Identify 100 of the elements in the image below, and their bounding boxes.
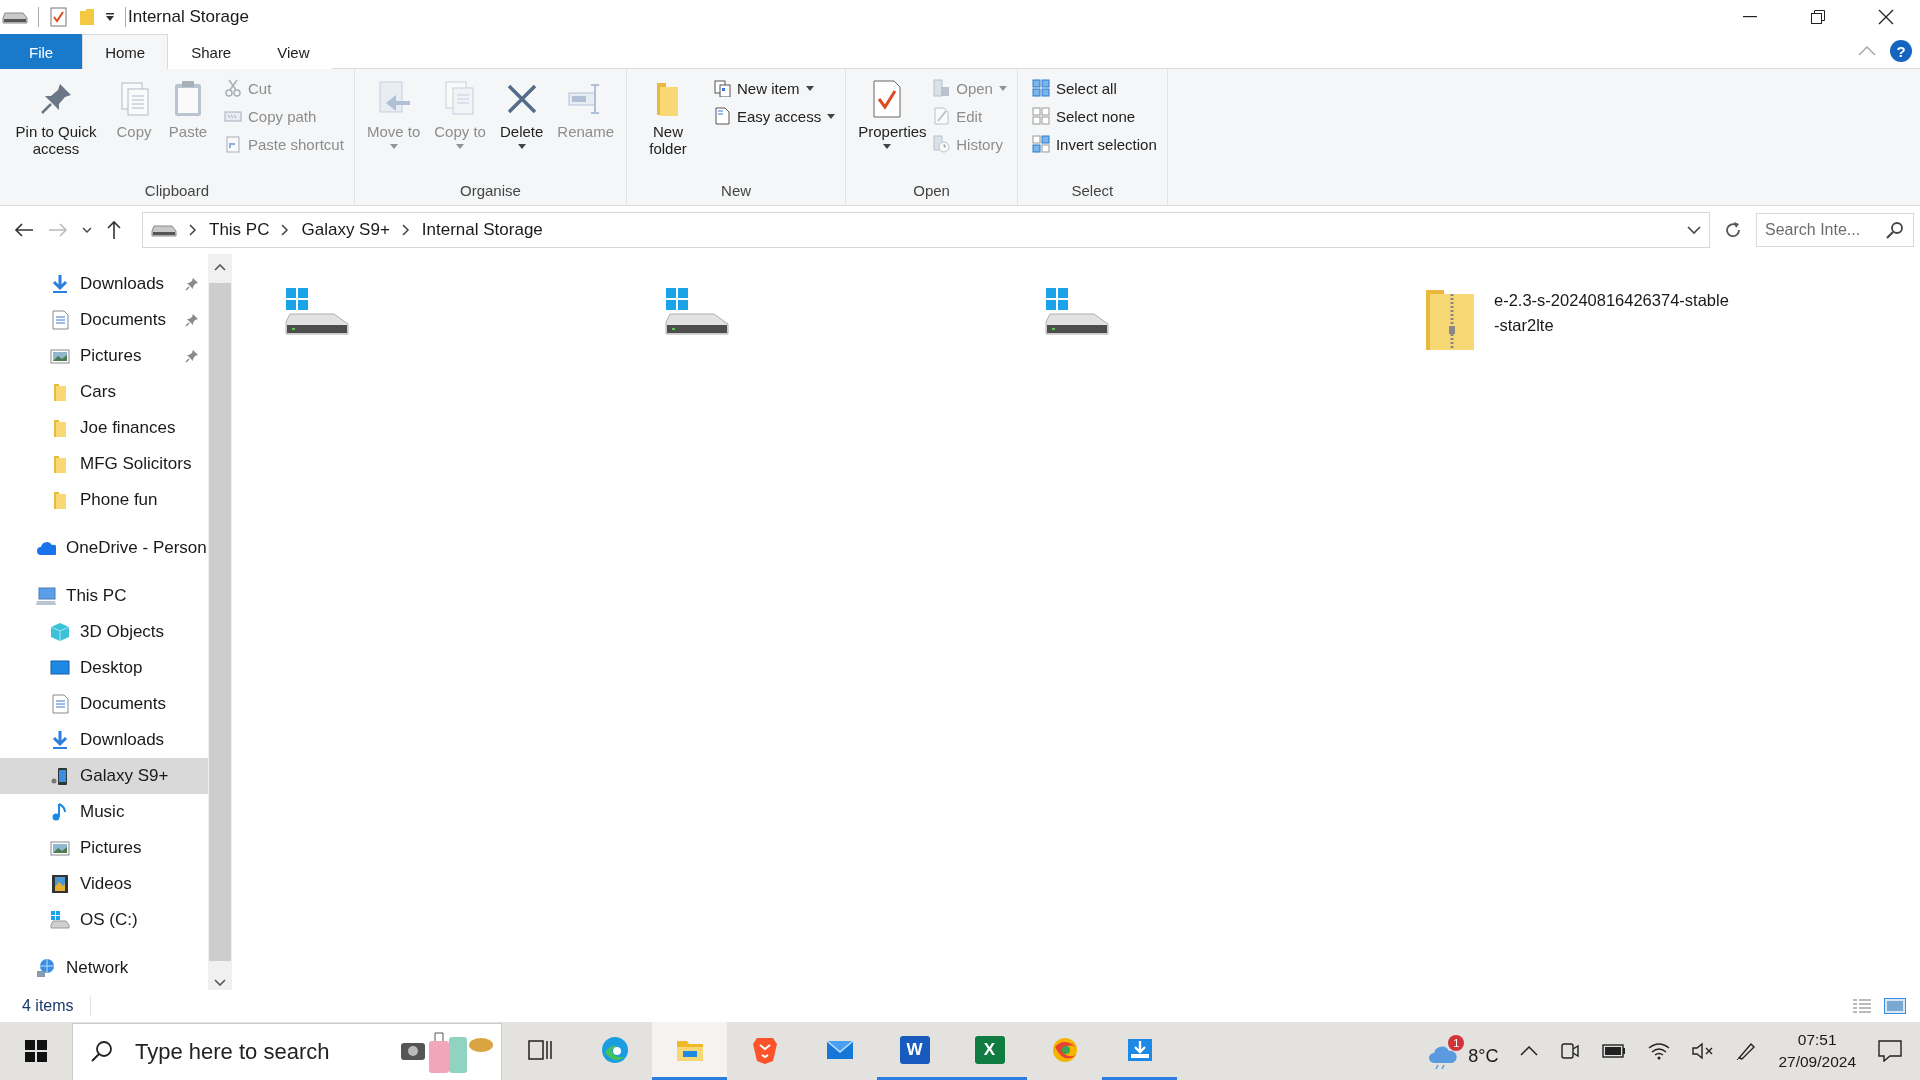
scrollbar[interactable] xyxy=(208,254,232,990)
chevron-icon xyxy=(401,224,410,236)
computer-icon xyxy=(36,586,56,606)
window-title: Internal Storage xyxy=(128,7,249,27)
clock[interactable]: 07:51 27/09/2024 xyxy=(1778,1029,1856,1073)
nav-item[interactable]: Network xyxy=(0,950,208,986)
recent-locations-button[interactable] xyxy=(82,227,92,233)
picture-icon xyxy=(50,838,70,858)
back-button[interactable] xyxy=(14,222,34,238)
breadcrumb[interactable]: Galaxy S9+ xyxy=(301,220,390,240)
collapse-ribbon-icon xyxy=(1858,46,1876,56)
taskbar-search-field[interactable]: Type here to search xyxy=(72,1023,502,1080)
nav-item[interactable]: Downloads xyxy=(0,722,208,758)
help-button[interactable]: ? xyxy=(1890,40,1912,62)
taskbar-app[interactable]: X xyxy=(952,1022,1027,1080)
nav-item[interactable]: Music xyxy=(0,794,208,830)
nav-item[interactable]: Galaxy S9+ xyxy=(0,758,208,794)
battery-icon xyxy=(1602,1044,1627,1058)
nav-item[interactable]: Phone fun xyxy=(0,482,208,518)
item-count: 4 items xyxy=(22,997,74,1015)
download-arrow-icon xyxy=(50,274,70,294)
group-label: Open xyxy=(912,182,951,201)
refresh-button[interactable] xyxy=(1724,221,1742,239)
cube-icon xyxy=(50,622,70,642)
nav-item[interactable]: Documents xyxy=(0,302,208,338)
shortcut-icon xyxy=(224,135,242,153)
breadcrumb[interactable]: This PC xyxy=(209,220,270,240)
ribbon-tab[interactable]: Home xyxy=(82,34,169,69)
temperature: 8°C xyxy=(1468,1045,1499,1067)
nav-item[interactable]: Cars xyxy=(0,374,208,410)
pin-icon xyxy=(185,313,199,327)
camera-icon xyxy=(1560,1041,1581,1061)
film-icon xyxy=(50,874,70,894)
network-globe-icon xyxy=(36,958,56,978)
nav-item[interactable]: 3D Objects xyxy=(0,614,208,650)
ribbon-button[interactable]: Select all xyxy=(1027,77,1161,99)
address-bar[interactable]: This PC Galaxy S9+ Internal Storage xyxy=(142,212,1710,248)
nav-item[interactable]: MFG Solicitors xyxy=(0,446,208,482)
caret-icon xyxy=(805,85,814,91)
nav-item[interactable]: Pictures xyxy=(0,338,208,374)
writer-app-icon: W xyxy=(899,1035,930,1064)
caret-icon xyxy=(827,113,836,119)
nav-item[interactable]: Desktop xyxy=(0,650,208,686)
chevron-up-icon xyxy=(1520,1046,1539,1056)
drive-icon xyxy=(151,223,177,237)
phone-icon xyxy=(50,766,70,786)
scroll-up-icon xyxy=(214,264,226,271)
large-icons-view-icon xyxy=(1884,998,1906,1014)
drive-icon xyxy=(50,910,70,930)
nav-item[interactable]: OneDrive - Person xyxy=(0,530,208,566)
search-icon xyxy=(1886,221,1904,239)
caret-icon xyxy=(883,144,892,150)
taskbar-app[interactable]: W xyxy=(877,1022,952,1080)
history-icon xyxy=(932,135,951,153)
desktop-icon xyxy=(50,658,70,678)
ribbon-button[interactable]: Invert selection xyxy=(1027,133,1161,155)
chevron-icon xyxy=(281,224,290,236)
drive-icon xyxy=(284,286,350,336)
nav-item[interactable]: Joe finances xyxy=(0,410,208,446)
ribbon-button[interactable]: Delete xyxy=(493,77,550,152)
caret-icon xyxy=(389,144,398,150)
open-icon xyxy=(932,79,951,97)
nav-item[interactable]: Videos xyxy=(0,866,208,902)
taskbar-app[interactable] xyxy=(652,1022,727,1080)
restore-icon xyxy=(1811,10,1825,24)
scissors-icon xyxy=(224,79,242,97)
ribbon-tab[interactable]: File xyxy=(0,34,83,69)
group-label: New xyxy=(720,182,753,201)
ribbon-button[interactable]: New folder xyxy=(633,77,703,160)
up-button[interactable] xyxy=(106,220,122,240)
breadcrumb[interactable]: Internal Storage xyxy=(421,220,543,240)
nav-item[interactable]: This PC xyxy=(0,578,208,614)
pin-icon xyxy=(185,277,199,291)
notification-badge: 1 xyxy=(1448,1035,1465,1051)
details-view-icon xyxy=(1852,998,1872,1014)
scrollbar-thumb[interactable] xyxy=(209,283,231,961)
group-label: Clipboard xyxy=(143,182,211,201)
picture-icon xyxy=(50,346,70,366)
nav-item[interactable]: Pictures xyxy=(0,830,208,866)
ribbon-button[interactable]: Pin to Quick access xyxy=(6,77,106,160)
weather-widget[interactable]: 1 8°C xyxy=(1428,1033,1499,1069)
folder-icon xyxy=(79,8,95,26)
refresh-icon xyxy=(1724,221,1742,239)
ribbon-button[interactable]: Select none xyxy=(1027,105,1161,127)
close-icon xyxy=(1878,9,1894,25)
up-arrow-icon xyxy=(106,220,122,240)
select-all-icon xyxy=(1031,79,1050,97)
document-icon xyxy=(50,694,70,714)
notification-icon xyxy=(1878,1040,1902,1062)
ribbon-button[interactable]: New item xyxy=(709,77,840,99)
search-field[interactable]: Search Inte... xyxy=(1756,213,1914,247)
nav-item[interactable]: Downloads xyxy=(0,266,208,302)
nav-item[interactable]: Documents xyxy=(0,686,208,722)
forward-button[interactable] xyxy=(48,222,68,238)
scroll-down-icon xyxy=(214,979,226,986)
new-item-icon xyxy=(713,79,731,97)
pin-icon xyxy=(185,349,199,363)
nav-item[interactable]: OS (C:) xyxy=(0,902,208,938)
ribbon-button[interactable]: Easy access xyxy=(709,105,840,127)
caret-icon xyxy=(517,144,526,150)
